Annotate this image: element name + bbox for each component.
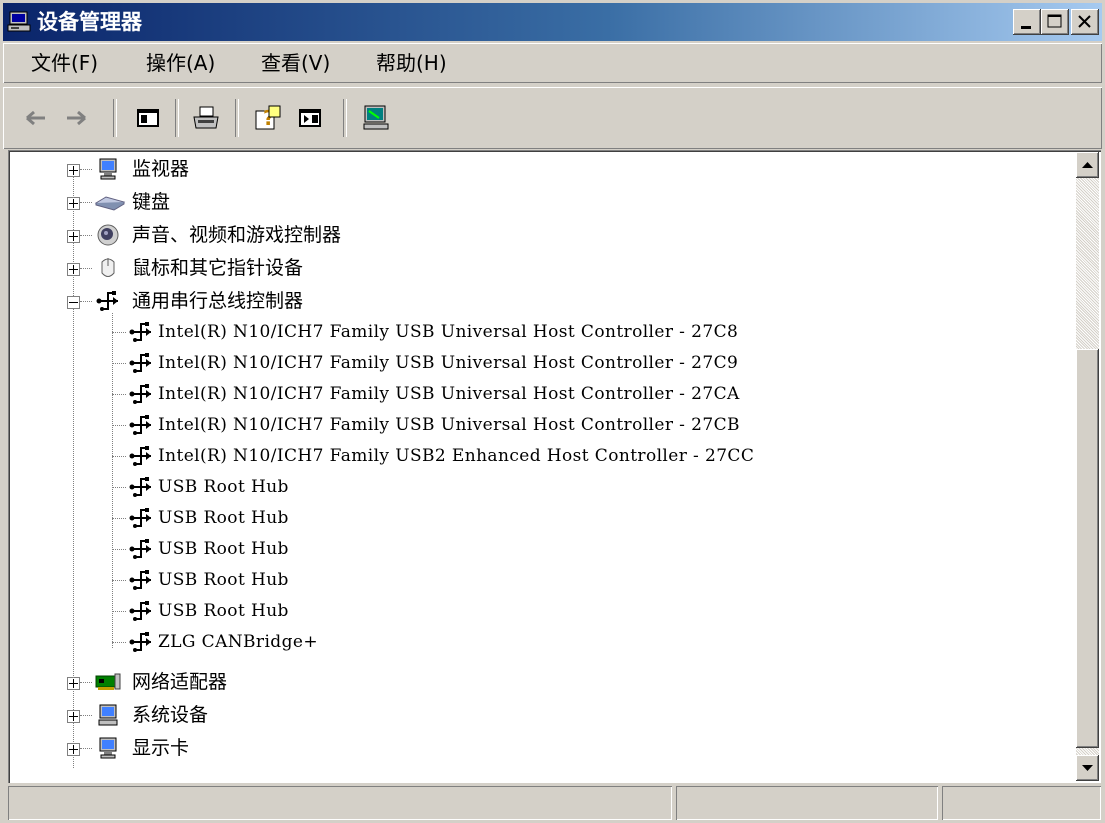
- tree-category-label: 监视器: [132, 158, 190, 180]
- print-icon[interactable]: [191, 103, 221, 133]
- expand-plus-icon[interactable]: [67, 263, 80, 276]
- usb-device-label: Intel(R) N10/ICH7 Family USB Universal H…: [158, 322, 739, 342]
- device-tree[interactable]: 监视器 键盘 声音、视频和游戏控制器 鼠标和其它指针设备 通用串行总线控制器 I…: [8, 150, 1076, 783]
- status-cell-2: [676, 786, 938, 820]
- tree-category-label: 显示卡: [132, 737, 190, 759]
- toolbar-separator: [343, 99, 347, 137]
- usb-icon: [129, 570, 151, 590]
- usb-icon: [129, 353, 151, 373]
- menu-action[interactable]: 操作(A): [146, 51, 215, 75]
- monitor-icon: [99, 737, 117, 759]
- tree-category-label: 键盘: [132, 191, 171, 213]
- help-icon[interactable]: ?: [253, 103, 283, 133]
- usb-device-label: Intel(R) N10/ICH7 Family USB2 Enhanced H…: [158, 446, 755, 466]
- computer-icon: [98, 704, 118, 726]
- usb-icon: [129, 415, 151, 435]
- usb-device-label: USB Root Hub: [158, 570, 289, 590]
- arrow-down-icon: [1082, 765, 1093, 771]
- usb-icon: [129, 477, 151, 497]
- scan-hardware-icon[interactable]: [361, 103, 391, 133]
- menu-view[interactable]: 查看(V): [261, 51, 330, 75]
- expand-plus-icon[interactable]: [67, 230, 80, 243]
- usb-device-label: Intel(R) N10/ICH7 Family USB Universal H…: [158, 353, 739, 373]
- maximize-button[interactable]: [1041, 9, 1069, 35]
- expand-plus-icon[interactable]: [67, 710, 80, 723]
- back-arrow-icon[interactable]: [21, 103, 51, 133]
- maximize-icon: [1047, 14, 1062, 28]
- device-manager-icon: [7, 11, 31, 33]
- close-button[interactable]: [1071, 9, 1099, 35]
- tree-category-label: 通用串行总线控制器: [132, 290, 304, 312]
- window-title: 设备管理器: [37, 10, 142, 34]
- usb-icon: [96, 291, 118, 311]
- usb-icon: [129, 322, 151, 342]
- tree-category-label: 鼠标和其它指针设备: [132, 257, 304, 279]
- minimize-button[interactable]: [1013, 9, 1041, 35]
- usb-device-label: USB Root Hub: [158, 539, 289, 559]
- menu-bar: 文件(F) 操作(A) 查看(V) 帮助(H): [3, 43, 1102, 83]
- toolbar-separator: [235, 99, 239, 137]
- toolbar: ?: [3, 87, 1102, 149]
- usb-device-label: Intel(R) N10/ICH7 Family USB Universal H…: [158, 384, 740, 404]
- network-card-icon: [95, 673, 121, 690]
- forward-arrow-icon[interactable]: [63, 103, 93, 133]
- scroll-down-button[interactable]: [1076, 755, 1099, 781]
- minimize-icon: [1021, 26, 1031, 29]
- usb-icon: [129, 384, 151, 404]
- speaker-icon: [97, 224, 119, 246]
- properties-icon[interactable]: [295, 103, 325, 133]
- device-manager-window: 设备管理器 文件(F) 操作(A) 查看(V) 帮助(H) ? 监视器 键盘 声…: [0, 0, 1105, 823]
- usb-icon: [129, 539, 151, 559]
- expand-plus-icon[interactable]: [67, 197, 80, 210]
- vertical-scrollbar[interactable]: [1076, 152, 1099, 781]
- arrow-up-icon: [1082, 162, 1093, 168]
- title-bar[interactable]: 设备管理器: [3, 3, 1102, 41]
- expand-plus-icon[interactable]: [67, 743, 80, 756]
- scrollbar-thumb[interactable]: [1076, 349, 1099, 748]
- menu-help[interactable]: 帮助(H): [376, 51, 447, 75]
- expand-plus-icon[interactable]: [67, 164, 80, 177]
- usb-device-label: USB Root Hub: [158, 477, 289, 497]
- toolbar-separator: [175, 99, 179, 137]
- scroll-up-button[interactable]: [1076, 152, 1099, 178]
- keyboard-icon: [94, 196, 126, 211]
- usb-device-label: Intel(R) N10/ICH7 Family USB Universal H…: [158, 415, 740, 435]
- status-cell-3: [942, 786, 1101, 820]
- tree-category-label: 声音、视频和游戏控制器: [132, 224, 342, 246]
- expand-plus-icon[interactable]: [67, 677, 80, 690]
- mouse-icon: [101, 258, 115, 277]
- usb-device-label: USB Root Hub: [158, 601, 289, 621]
- tree-category-label: 网络适配器: [132, 671, 228, 693]
- usb-icon: [129, 446, 151, 466]
- usb-icon: [129, 508, 151, 528]
- menu-file[interactable]: 文件(F): [31, 51, 98, 75]
- usb-icon: [129, 601, 151, 621]
- collapse-minus-icon[interactable]: [67, 296, 80, 309]
- usb-icon: [129, 632, 151, 652]
- status-bar: [8, 786, 1101, 820]
- monitor-icon: [99, 158, 117, 180]
- device-tree-pane: 监视器 键盘 声音、视频和游戏控制器 鼠标和其它指针设备 通用串行总线控制器 I…: [8, 150, 1101, 783]
- usb-device-label: ZLG CANBridge+: [158, 632, 318, 652]
- show-hide-console-tree-icon[interactable]: [133, 103, 163, 133]
- tree-category-label: 系统设备: [132, 704, 209, 726]
- toolbar-separator: [113, 99, 117, 137]
- usb-device-label: USB Root Hub: [158, 508, 289, 528]
- status-cell-main: [8, 786, 672, 820]
- close-icon: [1078, 15, 1091, 28]
